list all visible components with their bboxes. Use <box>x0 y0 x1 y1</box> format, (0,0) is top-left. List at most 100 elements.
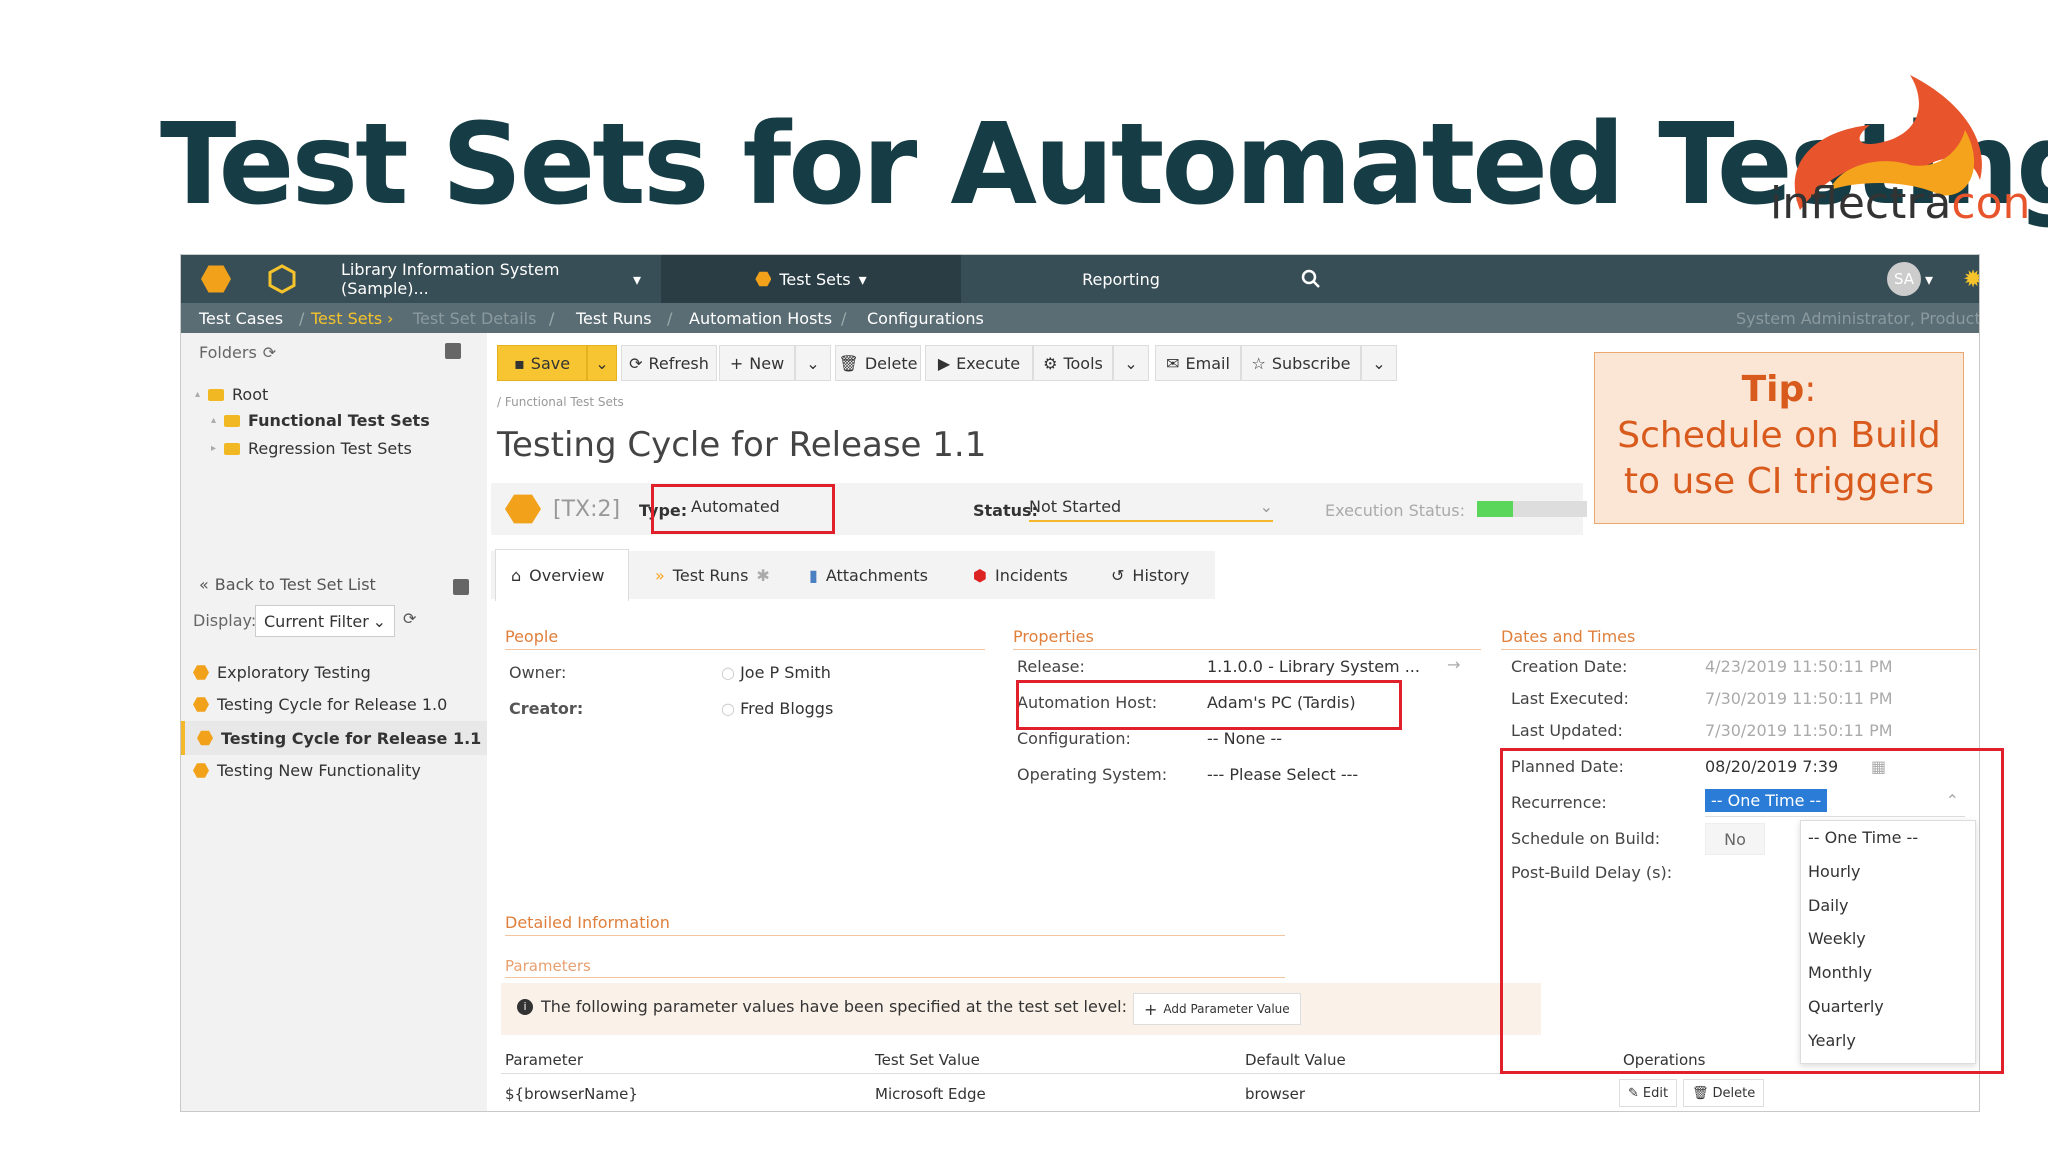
folder-icon <box>224 442 241 455</box>
new-dropdown-button[interactable]: ⌄ <box>795 345 831 381</box>
collapse-icon[interactable] <box>445 343 461 359</box>
owner-label: Owner: <box>509 663 567 682</box>
email-button[interactable]: ✉ Email <box>1155 345 1241 381</box>
list-item-selected[interactable]: Testing Cycle for Release 1.1 <box>181 721 487 755</box>
double-chevron-icon: » <box>655 565 665 585</box>
add-parameter-button[interactable]: + Add Parameter Value <box>1133 993 1301 1025</box>
crumb-test-runs[interactable]: Test Runs <box>576 309 652 328</box>
crumb-test-cases[interactable]: Test Cases <box>199 309 283 328</box>
chevron-down-icon: ⌄ <box>595 353 609 373</box>
logo-wordmark: inflectracon <box>1770 178 2031 229</box>
search-button[interactable] <box>1281 255 1341 303</box>
execute-button[interactable]: ▶ Execute <box>925 345 1033 381</box>
nav-test-sets[interactable]: Test Sets ▾ <box>661 255 961 303</box>
tab-overview[interactable]: ⌂ Overview <box>511 551 604 599</box>
creator-value[interactable]: ○ Fred Bloggs <box>721 699 833 718</box>
new-button[interactable]: + New <box>719 345 795 381</box>
crumb-test-set-details[interactable]: Test Set Details <box>413 309 536 328</box>
display-filter-select[interactable]: Current Filter ⌄ <box>255 605 395 637</box>
hexagon-outline-icon <box>268 264 296 294</box>
sidebar: Folders ⟳ ▴ Root ▴ Functional Test Sets ▸ R… <box>181 333 487 1111</box>
refresh-button[interactable]: ⟳ Refresh <box>621 345 717 381</box>
crumb-test-sets[interactable]: Test Sets <box>311 309 382 328</box>
tab-label: Overview <box>529 565 605 585</box>
subscribe-button[interactable]: ☆ Subscribe <box>1241 345 1361 381</box>
item-path[interactable]: / Functional Test Sets <box>497 395 624 409</box>
nav-reporting[interactable]: Reporting <box>971 255 1271 303</box>
folders-header: Folders ⟳ <box>199 343 276 362</box>
tools-button[interactable]: ⚙ Tools <box>1033 345 1113 381</box>
release-value[interactable]: 1.1.0.0 - Library System ... <box>1207 657 1420 676</box>
parameters-info-text: The following parameter values have been… <box>541 997 1127 1016</box>
list-item[interactable]: Testing New Functionality <box>193 761 421 780</box>
creation-date-value: 4/23/2019 11:50:11 PM <box>1705 657 1893 676</box>
radio-icon: ○ <box>721 699 735 718</box>
last-executed-value: 7/30/2019 11:50:11 PM <box>1705 689 1893 708</box>
refresh-icon[interactable]: ⟳ <box>403 609 416 628</box>
divider <box>505 649 985 650</box>
list-item[interactable]: Exploratory Testing <box>193 663 371 682</box>
plus-icon: + <box>729 353 744 373</box>
param-set-value: Microsoft Edge <box>875 1085 986 1103</box>
refresh-icon: ⟳ <box>629 353 643 373</box>
delete-button[interactable]: 🗑 Delete <box>835 345 921 381</box>
delete-param-button[interactable]: 🗑 Delete <box>1683 1079 1765 1107</box>
refresh-label: Refresh <box>648 353 709 373</box>
caret-down-icon: ▾ <box>858 269 867 289</box>
subscribe-dropdown-button[interactable]: ⌄ <box>1361 345 1397 381</box>
param-default-value: browser <box>1245 1085 1306 1103</box>
list-item-label: Testing New Functionality <box>217 761 421 780</box>
configuration-label: Configuration: <box>1017 729 1131 748</box>
operating-system-value[interactable]: --- Please Select --- <box>1207 765 1358 784</box>
save-button[interactable]: ▪ Save <box>497 345 587 381</box>
display-label: Display: <box>193 611 257 630</box>
tools-dropdown-button[interactable]: ⌄ <box>1113 345 1149 381</box>
tree-item-label: Root <box>232 385 269 404</box>
creation-date-label: Creation Date: <box>1511 657 1628 676</box>
crumb-configurations[interactable]: Configurations <box>867 309 984 328</box>
workspace-button[interactable] <box>257 255 307 303</box>
chevron-down-icon: ⌄ <box>806 353 820 373</box>
tree-item-functional[interactable]: ▴ Functional Test Sets <box>211 411 430 430</box>
edit-icon: ✎ <box>1628 1085 1639 1101</box>
top-nav: Library Information System (Sample)... ▾… <box>181 255 1979 303</box>
chevron-down-icon: ⌄ <box>372 611 386 631</box>
edit-param-button[interactable]: ✎ Edit <box>1619 1079 1678 1107</box>
refresh-icon[interactable]: ⟳ <box>263 343 276 362</box>
double-chevron-left-icon: « <box>199 575 209 594</box>
back-label: Back to Test Set List <box>214 575 376 594</box>
user-menu[interactable]: SA ▾ <box>1887 255 1947 303</box>
table-header-parameter: Parameter <box>505 1051 584 1069</box>
save-dropdown-button[interactable]: ⌄ <box>587 345 617 381</box>
tree-item-root[interactable]: ▴ Root <box>195 385 268 404</box>
test-set-icon <box>197 730 213 746</box>
crumb-automation-hosts[interactable]: Automation Hosts <box>689 309 832 328</box>
test-set-icon <box>193 697 209 712</box>
tab-incidents[interactable]: ⬢ Incidents <box>973 551 1068 599</box>
parameters-heading: Parameters <box>505 957 591 975</box>
user-role-label: System Administrator, Product Ow... <box>1736 309 1980 328</box>
divider <box>505 935 1285 936</box>
arrow-right-icon[interactable]: → <box>1447 655 1460 674</box>
tab-attachments[interactable]: ▮ Attachments <box>809 551 928 599</box>
product-selector[interactable]: Library Information System (Sample)... ▾ <box>341 255 641 303</box>
detailed-info-heading: Detailed Information <box>505 913 670 932</box>
tab-test-runs[interactable]: » Test Runs ✱ <box>655 551 770 599</box>
configuration-value[interactable]: -- None -- <box>1207 729 1282 748</box>
tip-line-2: to use CI triggers <box>1623 461 1935 502</box>
app-logo[interactable] <box>181 255 251 303</box>
list-item[interactable]: Testing Cycle for Release 1.0 <box>193 695 447 714</box>
status-select[interactable]: Not Started ⌄ <box>1029 497 1273 522</box>
settings-gear-icon[interactable]: ✹ <box>1963 255 1979 303</box>
properties-heading: Properties <box>1013 627 1094 646</box>
trash-icon: 🗑 <box>838 353 859 373</box>
collapse-icon[interactable] <box>453 579 469 595</box>
expand-icon: ▴ <box>211 415 217 426</box>
status-value: Not Started <box>1029 497 1122 516</box>
test-set-icon <box>193 665 209 680</box>
tree-item-regression[interactable]: ▸ Regression Test Sets <box>211 439 412 458</box>
tab-history[interactable]: ↺ History <box>1111 551 1189 599</box>
back-to-list-link[interactable]: « Back to Test Set List <box>199 575 376 594</box>
owner-value[interactable]: ○ Joe P Smith <box>721 663 831 682</box>
expand-icon: ▸ <box>211 443 217 454</box>
